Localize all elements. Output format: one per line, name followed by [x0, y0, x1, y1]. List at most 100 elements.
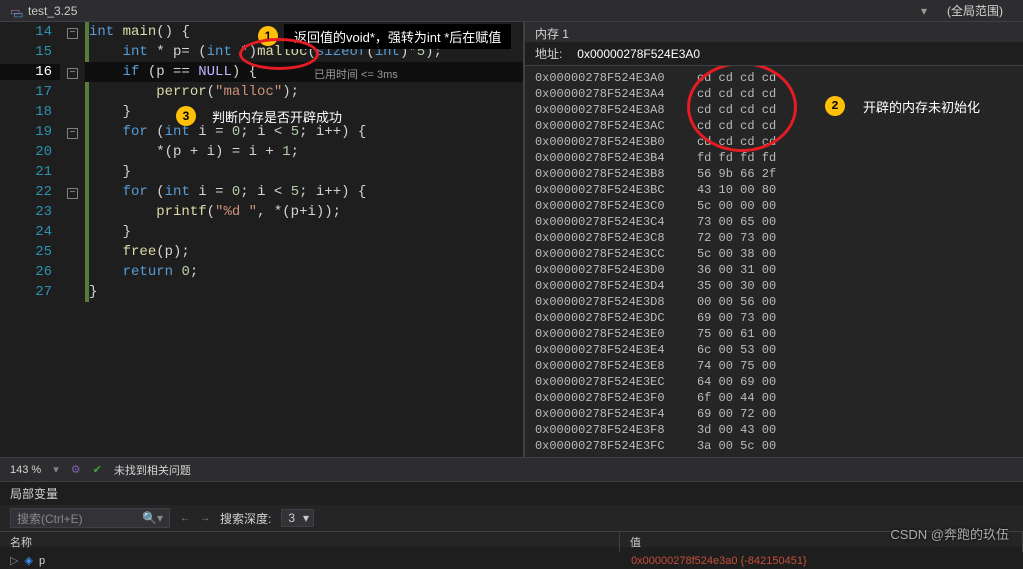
fold-toggle-icon[interactable]: − [67, 128, 78, 139]
memory-row[interactable]: 0x00000278F524E3C05c 00 00 00 [535, 198, 1013, 214]
memory-row[interactable]: 0x00000278F524E3BC43 10 00 80 [535, 182, 1013, 198]
file-tab[interactable]: test_3.25 [0, 2, 87, 20]
locals-search-input[interactable]: 搜索(Ctrl+E) 🔍▾ [10, 508, 170, 528]
memory-row[interactable]: 0x00000278F524E3E46c 00 53 00 [535, 342, 1013, 358]
watermark: CSDN @奔跑的玖伍 [890, 524, 1009, 543]
locals-row[interactable]: ▷ ◈ p 0x00000278f524e3a0 {-842150451} [0, 552, 1023, 569]
memory-bytes: 5c 00 00 00 [697, 199, 776, 213]
memory-row[interactable]: 0x00000278F524E3CC5c 00 38 00 [535, 246, 1013, 262]
line-number: 26 [0, 264, 60, 280]
annotation-badge-2: 2 [825, 96, 845, 116]
code-editor[interactable]: ➤ 14−1516−171819−202122−2324252627 int m… [0, 22, 524, 457]
memory-bytes: cd cd cd cd [697, 103, 776, 117]
next-arrow-icon[interactable]: → [200, 513, 210, 524]
annotation-text-3: 判断内存是否开辟成功 [202, 104, 352, 129]
memory-row[interactable]: 0x00000278F524E3A0cd cd cd cd [535, 70, 1013, 86]
memory-address: 0x00000278F524E3E8 [535, 359, 685, 373]
memory-bytes: 73 00 65 00 [697, 215, 776, 229]
zoom-level[interactable]: 143 % [10, 464, 41, 476]
memory-row[interactable]: 0x00000278F524E3E075 00 61 00 [535, 326, 1013, 342]
memory-row[interactable]: 0x00000278F524E3F0 6f 00 44 00 [535, 390, 1013, 406]
line-number: 25 [0, 244, 60, 260]
variable-value: 0x00000278f524e3a0 {-842150451} [631, 555, 807, 567]
memory-row[interactable]: 0x00000278F524E3EC64 00 69 00 [535, 374, 1013, 390]
lightbulb-icon[interactable]: ⚙ [71, 463, 81, 476]
memory-bytes: 00 00 56 00 [697, 295, 776, 309]
memory-address: 0x00000278F524E3EC [535, 375, 685, 389]
memory-row[interactable]: 0x00000278F524E3D435 00 30 00 [535, 278, 1013, 294]
memory-row[interactable]: 0x00000278F524E3B0cd cd cd cd [535, 134, 1013, 150]
memory-address-bar: 地址: 0x00000278F524E3A0 [525, 42, 1023, 66]
memory-row[interactable]: 0x00000278F524E3F83d 00 43 00 [535, 422, 1013, 438]
code-line[interactable]: } [85, 162, 523, 182]
zoom-dropdown-icon[interactable]: ▾ [53, 463, 59, 476]
locals-columns: 名称 值 [0, 532, 1023, 552]
memory-bytes: 72 00 73 00 [697, 231, 776, 245]
code-line[interactable]: } [85, 222, 523, 242]
memory-bytes: 75 00 61 00 [697, 327, 776, 341]
annotation-badge-1: 1 [258, 26, 278, 46]
search-icon[interactable]: 🔍▾ [142, 511, 163, 525]
code-line[interactable]: perror("malloc"); [85, 82, 523, 102]
code-line[interactable]: free(p); [85, 242, 523, 262]
line-number: 16 [0, 64, 60, 80]
memory-title: 内存 1 [525, 22, 1023, 42]
memory-row[interactable]: 0x00000278F524E3D800 00 56 00 [535, 294, 1013, 310]
memory-row[interactable]: 0x00000278F524E3ACcd cd cd cd [535, 118, 1013, 134]
code-line[interactable]: for (int i = 0; i < 5; i++) { [85, 182, 523, 202]
check-icon: ✔ [93, 463, 102, 476]
prev-arrow-icon[interactable]: ← [180, 513, 190, 524]
memory-bytes: 3a 00 5c 00 [697, 439, 776, 453]
code-line[interactable]: } [85, 282, 523, 302]
memory-bytes: 35 00 30 00 [697, 279, 776, 293]
memory-row[interactable]: 0x00000278F524E3B856 9b 66 2f [535, 166, 1013, 182]
locals-title: 局部变量 [0, 482, 1023, 505]
dropdown-arrow-1-icon[interactable]: ▾ [921, 4, 927, 18]
line-number: 23 [0, 204, 60, 220]
memory-bytes: 6f 00 44 00 [697, 391, 776, 405]
line-number: 15 [0, 44, 60, 60]
memory-row[interactable]: 0x00000278F524E3E874 00 75 00 [535, 358, 1013, 374]
status-bar: 143 % ▾ ⚙ ✔ 未找到相关问题 [0, 457, 1023, 481]
memory-address: 0x00000278F524E3CC [535, 247, 685, 261]
memory-address: 0x00000278F524E3A4 [535, 87, 685, 101]
memory-address: 0x00000278F524E3A0 [535, 71, 685, 85]
annotation-text-2: 开辟的内存未初始化 [853, 94, 990, 119]
memory-address: 0x00000278F524E3BC [535, 183, 685, 197]
problems-text[interactable]: 未找到相关问题 [114, 462, 191, 478]
memory-row[interactable]: 0x00000278F524E3FC3a 00 5c 00 [535, 438, 1013, 454]
memory-row[interactable]: 0x00000278F524E3C872 00 73 00 [535, 230, 1013, 246]
fold-toggle-icon[interactable]: − [67, 188, 78, 199]
depth-selector[interactable]: 3 ▾ [281, 509, 314, 527]
memory-row[interactable]: 0x00000278F524E3C4 73 00 65 00 [535, 214, 1013, 230]
memory-row[interactable]: 0x00000278F524E3D036 00 31 00 [535, 262, 1013, 278]
scope-dropdown[interactable]: (全局范围) [947, 2, 1003, 19]
annotation-text-1: 返回值的void*，强转为int *后在赋值 [284, 24, 511, 49]
expand-icon[interactable]: ▷ [10, 554, 18, 567]
col-name[interactable]: 名称 [0, 532, 620, 552]
memory-address: 0x00000278F524E3F0 [535, 391, 685, 405]
code-line[interactable]: return 0; [85, 262, 523, 282]
memory-bytes: 3d 00 43 00 [697, 423, 776, 437]
code-line[interactable]: *(p + i) = i + 1; [85, 142, 523, 162]
memory-row[interactable]: 0x00000278F524E40055 00 73 00 [535, 454, 1013, 457]
tab-label: test_3.25 [28, 4, 77, 18]
memory-row[interactable]: 0x00000278F524E3F469 00 72 00 [535, 406, 1013, 422]
code-line[interactable]: if (p == NULL) { [85, 62, 523, 82]
code-lens[interactable]: 已用时间 <= 3ms [314, 66, 398, 82]
fold-toggle-icon[interactable]: − [67, 28, 78, 39]
fold-toggle-icon[interactable]: − [67, 68, 78, 79]
line-number: 14 [0, 24, 60, 40]
line-number: 27 [0, 284, 60, 300]
variable-icon: ◈ [24, 554, 32, 567]
memory-row[interactable]: 0x00000278F524E3B4fd fd fd fd [535, 150, 1013, 166]
memory-address: 0x00000278F524E3E4 [535, 343, 685, 357]
memory-row[interactable]: 0x00000278F524E3DC69 00 73 00 [535, 310, 1013, 326]
title-bar: test_3.25 ▾ (全局范围) [0, 0, 1023, 22]
memory-address: 0x00000278F524E3C4 [535, 215, 685, 229]
memory-address: 0x00000278F524E3B0 [535, 135, 685, 149]
code-line[interactable]: printf("%d ", *(p+i)); [85, 202, 523, 222]
memory-address: 0x00000278F524E3F4 [535, 407, 685, 421]
line-number: 17 [0, 84, 60, 100]
address-value[interactable]: 0x00000278F524E3A0 [577, 47, 700, 61]
